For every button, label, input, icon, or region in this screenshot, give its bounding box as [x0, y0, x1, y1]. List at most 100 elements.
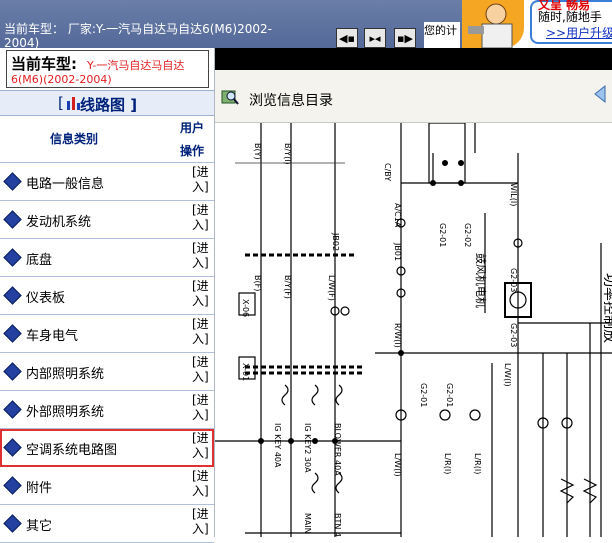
sidebar-item-label[interactable]: 发动机系统	[26, 211, 91, 230]
diagram-label: JB01	[393, 242, 402, 261]
prev-page-icon: ◀▪	[339, 31, 355, 45]
diagram-label: JB02	[331, 232, 340, 251]
diagram-label: L/R(I)	[443, 453, 452, 474]
upgrade-link[interactable]: >>用户升级	[546, 24, 612, 41]
current-model-box: 当前车型: Y-一汽马自达马自达 6(M6)(2002-2004)	[6, 50, 209, 88]
sidebar-item[interactable]: 车身电气 [进入]	[0, 315, 214, 353]
diagram-label: G2-03	[509, 268, 518, 292]
frame-divider	[215, 48, 612, 70]
enter-link[interactable]: [进入]	[192, 469, 210, 499]
enter-link[interactable]: [进入]	[192, 317, 210, 347]
diagram-label: L/W(I)	[393, 453, 402, 477]
diamond-bullet-icon	[3, 248, 22, 267]
diagram-label: IG KEY 40A	[273, 423, 282, 468]
column-category-header: 信息类别	[50, 132, 99, 146]
diagram-label: WIL(I)	[509, 183, 518, 206]
column-action-header: 操作	[180, 144, 205, 158]
sidebar-item[interactable]: 其它 [进入]	[0, 505, 214, 543]
diagram-label: R/W(I)	[393, 323, 402, 348]
diamond-bullet-icon	[3, 172, 22, 191]
section-title: 线路图 ]	[80, 94, 137, 115]
sidebar-item[interactable]: 内部照明系统 [进入]	[0, 353, 214, 391]
diagram-label: IG KEY2 30A	[303, 423, 312, 473]
section-bracket-close: ]	[130, 96, 138, 114]
diamond-bullet-icon	[3, 476, 22, 495]
diamond-bullet-icon	[3, 286, 22, 305]
diagram-label: G2-01	[438, 223, 447, 247]
section-header: [ 线路图 ]	[0, 90, 214, 116]
wiring-diagram: B(Y) B/Y(I) JB02 C/BY G2-01 G2-02 JB01 A/C1A WIL…	[215, 123, 612, 537]
sidebar-item-label[interactable]: 电路一般信息	[26, 173, 104, 192]
enter-link[interactable]: [进入]	[192, 241, 210, 271]
back-arrow-icon[interactable]	[591, 84, 611, 104]
diagram-label: X-01	[241, 363, 250, 381]
diagram-label: B/Y(I)	[283, 143, 292, 165]
diamond-bullet-icon	[3, 362, 22, 381]
diagram-label: L/W(I)	[503, 363, 512, 387]
sidebar-item-label[interactable]: 仪表板	[26, 287, 65, 306]
vehicle-title: 当前车型： 厂家:Y-一汽马自达马自达6(M6)2002- 2004)	[4, 22, 272, 50]
split-view-icon: ▸◂	[369, 31, 381, 45]
sidebar-item[interactable]: 底盘 [进入]	[0, 239, 214, 277]
diagram-label: B/Y(F)	[283, 275, 292, 299]
diagram-label: MAIN 100A	[303, 513, 312, 537]
enter-link[interactable]: [进入]	[192, 203, 210, 233]
diamond-bullet-icon	[3, 514, 22, 533]
sidebar-item-label[interactable]: 其它	[26, 515, 52, 534]
diamond-bullet-icon	[3, 210, 22, 229]
sidebar-item[interactable]: 空调系统电路图 [进入]	[0, 429, 214, 467]
diagram-label: C/BY	[383, 163, 392, 181]
right-panel: 浏览信息目录 B(Y) B/Y(I) JB02 C/BY G2-01 G2-02…	[215, 48, 612, 537]
hint-text: 您的计	[424, 22, 460, 48]
section-title-text: 线路图	[80, 96, 126, 114]
enter-link[interactable]: [进入]	[192, 431, 210, 461]
diagram-label: G2-02	[463, 223, 472, 247]
enter-link[interactable]: [进入]	[192, 279, 210, 309]
enter-link[interactable]: [进入]	[192, 165, 210, 195]
diagram-label: G2-01	[419, 383, 428, 407]
vehicle-title-line1: 当前车型： 厂家:Y-一汽马自达马自达6(M6)2002-	[4, 22, 272, 36]
sidebar-item-label[interactable]: 车身电气	[26, 325, 78, 344]
split-view-button[interactable]: ▸◂	[364, 28, 386, 48]
sidebar-item-label[interactable]: 内部照明系统	[26, 363, 104, 382]
current-model-value-cont: 6(M6)(2002-2004)	[11, 73, 112, 86]
sidebar-item[interactable]: 仪表板 [进入]	[0, 277, 214, 315]
browse-catalog-icon[interactable]	[221, 88, 239, 106]
diagram-label: L/R(I)	[473, 453, 482, 474]
diagram-label: BTN 40A	[333, 513, 342, 537]
diagram-label: L/W(F)	[327, 275, 336, 301]
sidebar-item-label[interactable]: 底盘	[26, 249, 52, 268]
diagram-label: BLOWER 40A	[333, 423, 342, 476]
diagram-label: 鼓风机电机	[474, 253, 488, 308]
diagram-label: G2-03	[509, 323, 518, 347]
prev-page-button[interactable]: ◀▪	[336, 28, 358, 48]
diagram-label: A/C1A	[393, 203, 402, 228]
column-user-header: 用户	[180, 121, 205, 135]
sidebar-item[interactable]: 外部照明系统 [进入]	[0, 391, 214, 429]
enter-link[interactable]: [进入]	[192, 393, 210, 423]
enter-link[interactable]: [进入]	[192, 507, 210, 537]
diamond-bullet-icon	[3, 400, 22, 419]
sidebar-item[interactable]: 附件 [进入]	[0, 467, 214, 505]
browse-catalog-label[interactable]: 浏览信息目录	[249, 90, 333, 110]
sidebar-item-label[interactable]: 空调系统电路图	[26, 439, 117, 458]
next-page-button[interactable]: ▪▶	[394, 28, 416, 48]
next-page-icon: ▪▶	[397, 31, 413, 45]
diagram-label: B(Y)	[253, 143, 262, 160]
diagram-label: X-06	[241, 299, 250, 317]
section-bracket-open: [	[58, 94, 64, 112]
promo-line2: 随时,随地手	[538, 10, 602, 24]
enter-link[interactable]: [进入]	[192, 355, 210, 385]
promo-banner: 又呈 畅易 随时,随地手 >>用户升级	[462, 0, 612, 49]
sidebar-item[interactable]: 电路一般信息 [进入]	[0, 163, 214, 201]
diagram-label: B(F)	[253, 275, 262, 291]
current-model-label: 当前车型:	[11, 55, 77, 73]
diamond-bullet-icon	[3, 438, 22, 457]
sidebar-item[interactable]: 发动机系统 [进入]	[0, 201, 214, 239]
left-panel: 当前车型: Y-一汽马自达马自达 6(M6)(2002-2004) [ 线路图 …	[0, 48, 215, 543]
sidebar-item-label[interactable]: 附件	[26, 477, 52, 496]
diagram-label: G2-01	[445, 383, 454, 407]
diagram-label: 功率控制放	[601, 273, 612, 343]
mechanic-mascot-icon	[462, 0, 524, 49]
sidebar-item-label[interactable]: 外部照明系统	[26, 401, 104, 420]
